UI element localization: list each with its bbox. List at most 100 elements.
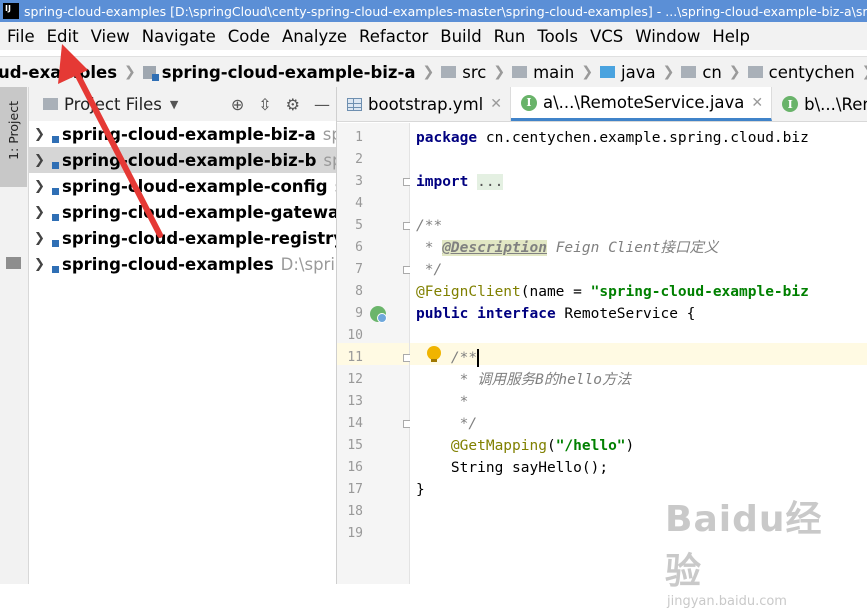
menu-build[interactable]: Build [434,27,487,46]
dropdown-arrow-icon: ▼ [169,97,179,111]
tree-item[interactable]: ❯ spring-cloud-example-config sp [29,173,336,199]
code-line: /** [416,218,443,234]
code-text: * [416,240,443,256]
tree-item[interactable]: ❯ spring-cloud-examples D:\sprin [29,251,336,277]
editor-tab-bar: bootstrap.yml ✕ I a\...\RemoteService.ja… [337,87,867,122]
chevron-right-icon[interactable]: ❯ [34,127,45,142]
tab-remoteservice-a[interactable]: I a\...\RemoteService.java ✕ [510,87,773,121]
tab-label: b\...\Remote [804,94,867,114]
tree-item[interactable]: ❯ spring-cloud-example-gateway [29,199,336,225]
editor-gutter: 1 2 3 4 5 6 7 8 9 10 11 12 13 14 15 16 1… [337,123,411,584]
collapse-all-icon[interactable]: ⇳ [258,95,271,114]
interface-icon: I [782,96,799,112]
tree-item-name: spring-cloud-example-config [62,176,328,196]
code-keyword: import [416,174,469,190]
menu-file[interactable]: File [0,27,41,46]
code-annotation: @FeignClient [416,284,521,300]
breadcrumb-item-module[interactable]: spring-cloud-example-biz-a [139,63,420,82]
watermark-logo: Baidu经验 [665,499,823,592]
window-title: spring-cloud-examples [D:\springCloud\ce… [24,3,867,19]
project-tool-tab-label: 1: Project [6,101,21,160]
breadcrumb-item-project[interactable]: ud-examples [0,63,121,82]
chevron-right-icon[interactable]: ❯ [34,153,45,168]
menu-tools[interactable]: Tools [531,27,584,46]
left-tool-strip: 1: Project [0,87,29,584]
tree-item-path: D:\sprin [280,254,336,274]
project-view-selector[interactable]: Project Files ▼ [43,95,178,114]
tab-label: bootstrap.yml [368,94,484,114]
chevron-right-icon[interactable]: ❯ [34,257,45,272]
tab-remoteservice-b[interactable]: I b\...\Remote [772,87,867,121]
minimize-icon[interactable]: — [314,95,330,114]
line-number: 4 [355,196,363,211]
interface-icon: I [520,94,537,111]
line-number: 16 [347,460,363,475]
menu-edit[interactable]: Edit [41,27,85,46]
code-text: Feign Client接口定义 [546,240,719,256]
chevron-right-icon[interactable]: ❯ [34,205,45,220]
breadcrumb-item-cn[interactable]: cn [677,63,726,82]
breadcrumb-label: main [533,62,575,82]
chevron-right-icon[interactable]: ❯ [34,231,45,246]
menu-refactor[interactable]: Refactor [353,27,434,46]
code-text: RemoteService { [555,306,696,322]
line-number: 12 [347,372,363,387]
line-number: 15 [347,438,363,453]
text-caret [477,349,480,367]
tree-item[interactable]: ❯ spring-cloud-example-biz-a spr [29,121,336,147]
line-number: 6 [355,240,363,255]
breadcrumb-label: centychen [768,62,855,82]
breadcrumb-item-main[interactable]: main [508,63,578,82]
code-line: * @Description Feign Client接口定义 [416,237,718,259]
chevron-right-icon[interactable]: ❯ [34,179,45,194]
menu-code[interactable]: Code [222,27,276,46]
menu-help[interactable]: Help [706,27,756,46]
menu-window[interactable]: Window [629,27,706,46]
breadcrumb-item-java[interactable]: java [596,63,660,82]
menu-analyze[interactable]: Analyze [276,27,353,46]
code-line: @GetMapping("/hello") [416,435,634,457]
module-icon [142,65,159,81]
line-number: 1 [355,130,363,145]
code-line: } [416,482,425,498]
code-line: * 调用服务B的hello方法 [416,372,631,388]
implemented-marker-icon[interactable] [370,306,387,323]
tree-item-name: spring-cloud-example-biz-a [62,124,316,144]
folder-icon [681,66,697,78]
intellij-app-icon: IJ [3,3,19,19]
folded-imports[interactable]: ... [477,174,504,190]
close-icon[interactable]: ✕ [751,95,763,111]
chevron-right-icon: ❯ [493,64,506,80]
breadcrumb-label: cn [702,62,722,82]
tree-item[interactable]: ❯ spring-cloud-example-biz-b spr [29,147,336,173]
breadcrumb-item-src[interactable]: src [437,63,490,82]
folder-icon[interactable] [6,257,21,269]
menu-vcs[interactable]: VCS [584,27,629,46]
gear-icon[interactable]: ⚙ [286,95,300,114]
code-doc-tag: @Description [442,240,547,256]
tree-item[interactable]: ❯ spring-cloud-example-registry [29,225,336,251]
tab-bootstrap-yml[interactable]: bootstrap.yml ✕ [337,87,511,121]
breadcrumb-item-centychen[interactable]: centychen [744,63,859,82]
project-tree: ❯ spring-cloud-example-biz-a spr ❯ sprin… [29,121,336,584]
menu-run[interactable]: Run [488,27,532,46]
tab-label: a\...\RemoteService.java [542,93,745,112]
project-tool-tab[interactable]: 1: Project [0,87,27,187]
yaml-file-icon [347,97,362,111]
chevron-right-icon: ❯ [124,64,136,80]
code-annotation: @GetMapping [450,438,547,454]
line-number: 14 [347,416,363,431]
chevron-right-icon: ❯ [662,64,675,80]
code-line: package cn.centychen.example.spring.clou… [416,127,809,149]
locate-target-icon[interactable]: ⊕ [231,95,244,114]
chevron-right-icon: ❯ [581,64,594,80]
line-number: 2 [355,152,363,167]
chevron-right-icon: ❯ [422,64,435,80]
breadcrumb-label: java [621,62,656,82]
menu-navigate[interactable]: Navigate [136,27,222,46]
code-text: /** [416,350,478,366]
close-icon[interactable]: ✕ [490,96,502,112]
menu-view[interactable]: View [85,27,136,46]
tree-item-path: spr [322,124,336,144]
tree-item-name: spring-cloud-example-gateway [62,202,336,222]
